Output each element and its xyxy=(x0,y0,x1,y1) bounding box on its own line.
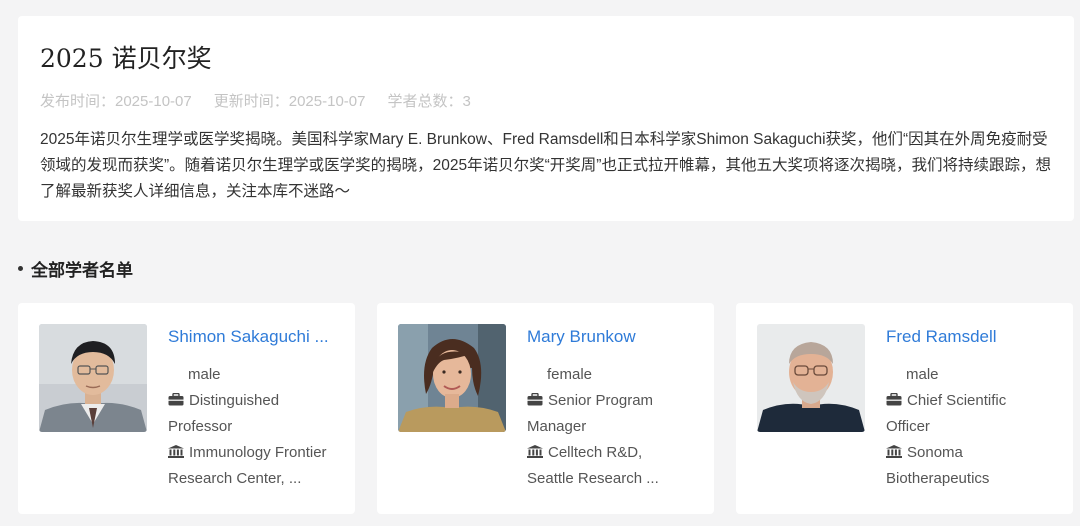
scholar-name-link[interactable]: Mary Brunkow xyxy=(527,325,699,349)
section-title: 全部学者名单 xyxy=(31,261,133,280)
page-title: 2025 诺贝尔奖 xyxy=(40,44,212,73)
avatar[interactable] xyxy=(398,324,506,432)
scholar-card-brunkow[interactable]: Mary Brunkow female Senior Program Manag… xyxy=(377,303,714,514)
publish-time: 发布时间：2025-10-07 xyxy=(40,93,192,110)
position-line-1: Senior Program xyxy=(548,392,654,409)
award-header-card: 2025 诺贝尔奖 发布时间：2025-10-07 更新时间：2025-10-0… xyxy=(18,16,1074,221)
scholar-count: 学者总数：3 xyxy=(387,93,471,110)
scholar-info: Mary Brunkow female Senior Program Manag… xyxy=(527,325,699,492)
scholar-org: Immunology Frontier xyxy=(168,440,340,466)
bullet-dot-icon xyxy=(18,266,23,271)
award-description: 2025年诺贝尔生理学或医学奖揭晓。美国科学家Mary E. Brunkow、F… xyxy=(40,131,1051,200)
scholar-info: Fred Ramsdell male Chief Scientific Offi… xyxy=(886,325,1058,492)
institution-icon xyxy=(168,445,184,458)
position-line-2: Officer xyxy=(886,418,930,435)
position-line-1: Distinguished xyxy=(189,392,280,409)
scholar-name-link[interactable]: Fred Ramsdell xyxy=(886,325,1058,349)
scholar-card-ramsdell[interactable]: Fred Ramsdell male Chief Scientific Offi… xyxy=(736,303,1073,514)
org-line-1: Sonoma xyxy=(907,444,963,461)
scholar-org: Sonoma xyxy=(886,440,1058,466)
scholar-position: Senior Program xyxy=(527,388,699,414)
scholar-card-sakaguchi[interactable]: Shimon Sakaguchi ... male Distinguished … xyxy=(18,303,355,514)
org-line-1: Celltech R&D, xyxy=(548,444,643,461)
scholar-org: Celltech R&D, xyxy=(527,440,699,466)
org-line-1: Immunology Frontier xyxy=(189,444,327,461)
briefcase-icon xyxy=(168,393,184,406)
avatar[interactable] xyxy=(39,324,147,432)
position-line-2: Manager xyxy=(527,418,587,435)
page: 2025 诺贝尔奖 发布时间：2025-10-07 更新时间：2025-10-0… xyxy=(0,0,1080,526)
briefcase-icon xyxy=(527,393,543,406)
scholar-name-link[interactable]: Shimon Sakaguchi ... xyxy=(168,325,340,349)
meta-row: 发布时间：2025-10-07 更新时间：2025-10-07 学者总数：3 xyxy=(40,92,1052,112)
org-line-2: Research Center, ... xyxy=(168,470,302,487)
update-time: 更新时间：2025-10-07 xyxy=(213,93,366,110)
scholar-info: Shimon Sakaguchi ... male Distinguished … xyxy=(168,325,340,492)
scholar-position: Chief Scientific xyxy=(886,388,1058,414)
scholar-gender: male xyxy=(906,366,939,383)
section-heading: 全部学者名单 xyxy=(18,256,133,281)
position-line-1: Chief Scientific xyxy=(907,392,1007,409)
scholar-gender: female xyxy=(547,366,593,383)
org-line-2: Seattle Research ... xyxy=(527,470,659,487)
position-line-2: Professor xyxy=(168,418,233,435)
briefcase-icon xyxy=(886,393,902,406)
avatar[interactable] xyxy=(757,324,865,432)
scholar-gender: male xyxy=(188,366,221,383)
scholar-position: Distinguished xyxy=(168,388,340,414)
institution-icon xyxy=(527,445,543,458)
institution-icon xyxy=(886,445,902,458)
org-line-2: Biotherapeutics xyxy=(886,470,990,487)
